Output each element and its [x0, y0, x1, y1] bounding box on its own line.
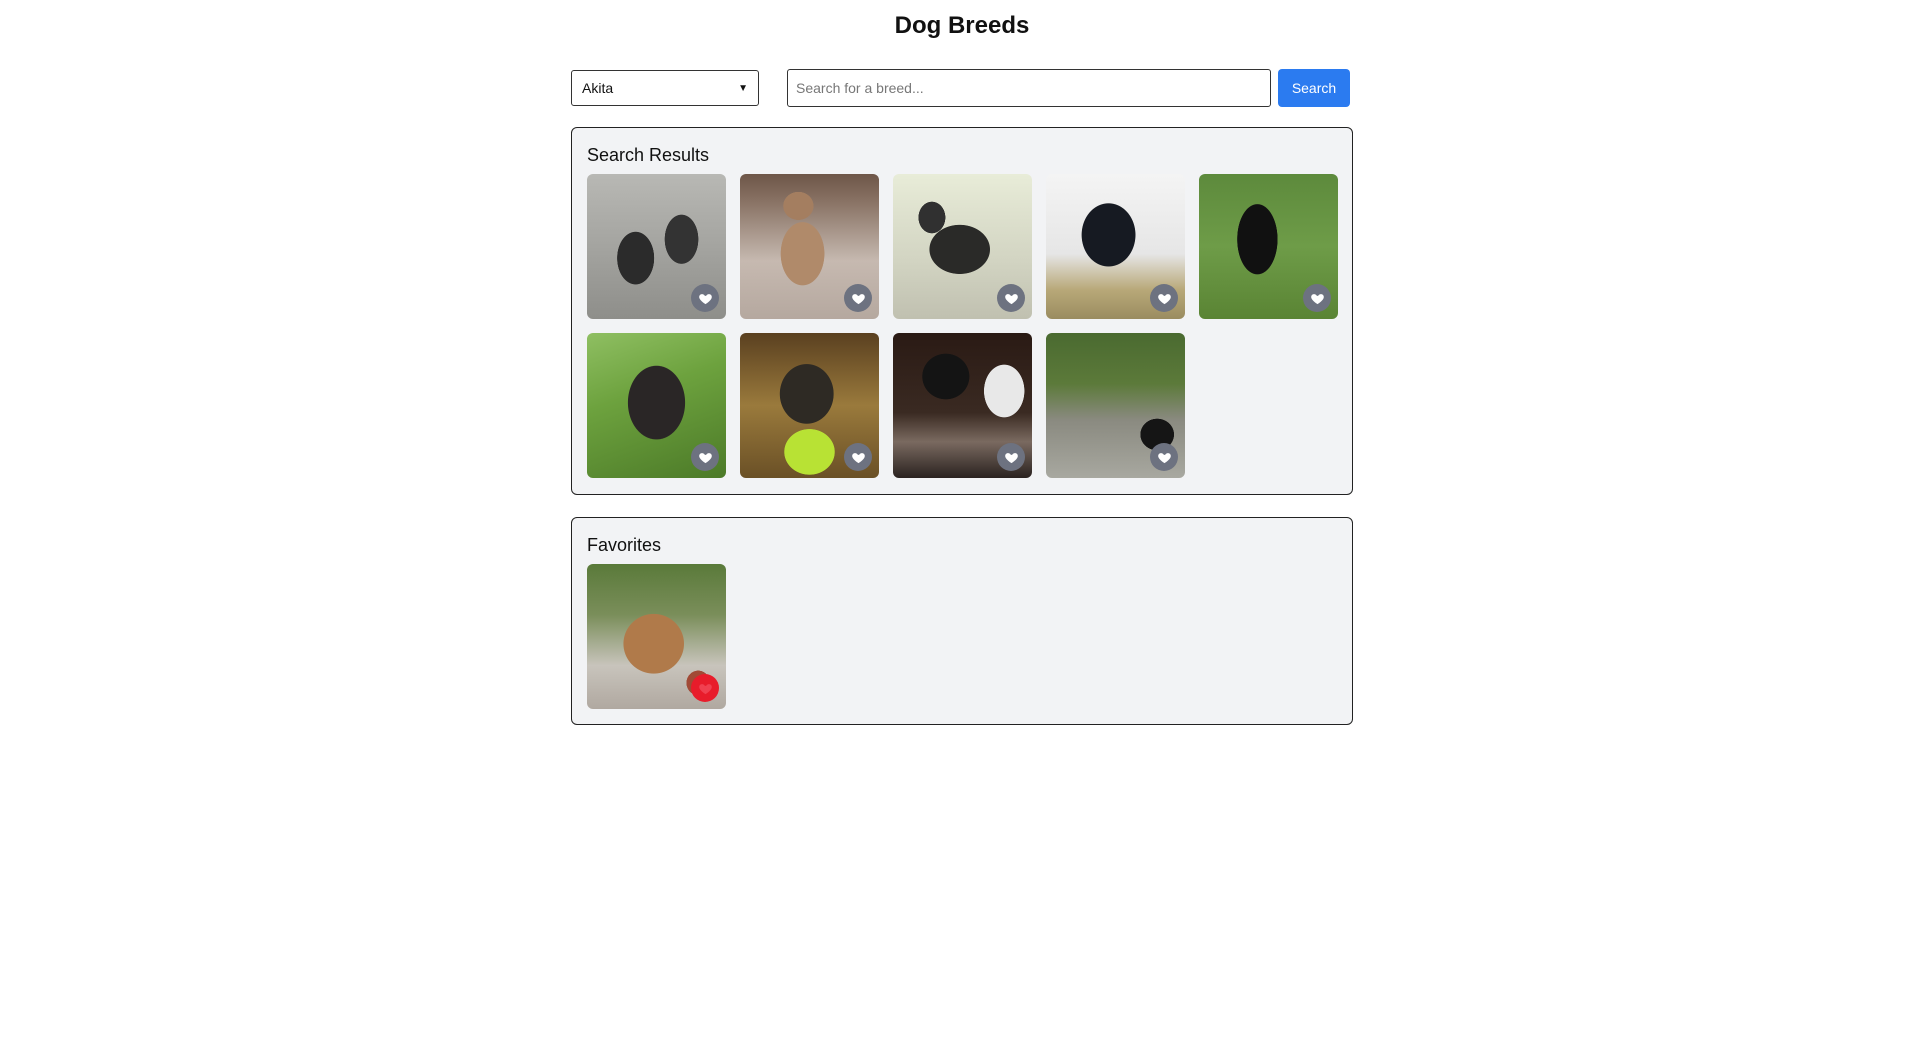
- search-input[interactable]: [787, 69, 1271, 107]
- search-results-grid: [587, 174, 1338, 478]
- favorite-button[interactable]: [997, 443, 1025, 471]
- favorite-button[interactable]: [691, 443, 719, 471]
- breed-select[interactable]: Akita ▼: [571, 70, 759, 106]
- favorite-button[interactable]: [1303, 284, 1331, 312]
- search-button[interactable]: Search: [1278, 69, 1350, 107]
- unfavorite-button[interactable]: [691, 674, 719, 702]
- search-results-panel: Search Results: [571, 127, 1353, 495]
- app-container: Dog Breeds Akita ▼ Search Search Results…: [571, 0, 1353, 725]
- search-controls: Akita ▼ Search: [571, 69, 1353, 127]
- favorite-button[interactable]: [844, 284, 872, 312]
- result-card[interactable]: [1046, 333, 1185, 478]
- heart-icon: [698, 681, 713, 696]
- chevron-down-icon: ▼: [738, 82, 748, 94]
- breed-select-value: Akita: [582, 80, 614, 96]
- page: Dog Breeds Akita ▼ Search Search Results…: [0, 0, 1914, 1061]
- heart-icon: [851, 291, 866, 306]
- result-card[interactable]: [1199, 174, 1338, 319]
- heart-icon: [1157, 450, 1172, 465]
- result-card[interactable]: [587, 174, 726, 319]
- result-card[interactable]: [740, 174, 879, 319]
- favorites-grid: [587, 564, 1337, 709]
- heart-icon: [698, 291, 713, 306]
- search-results-heading: Search Results: [587, 145, 710, 165]
- favorite-button[interactable]: [691, 284, 719, 312]
- result-card[interactable]: [1046, 174, 1185, 319]
- heart-icon: [1310, 291, 1325, 306]
- favorite-button[interactable]: [1150, 284, 1178, 312]
- page-title: Dog Breeds: [894, 12, 1030, 39]
- favorite-button[interactable]: [1150, 443, 1178, 471]
- favorite-card[interactable]: [587, 564, 726, 709]
- result-card[interactable]: [740, 333, 879, 478]
- favorite-button[interactable]: [997, 284, 1025, 312]
- result-card[interactable]: [893, 333, 1032, 478]
- heart-icon: [698, 450, 713, 465]
- result-card[interactable]: [587, 333, 726, 478]
- favorites-panel: Favorites: [571, 517, 1353, 725]
- favorite-button[interactable]: [844, 443, 872, 471]
- favorites-heading: Favorites: [587, 535, 662, 555]
- result-card[interactable]: [893, 174, 1032, 319]
- heart-icon: [1004, 450, 1019, 465]
- heart-icon: [1157, 291, 1172, 306]
- heart-icon: [1004, 291, 1019, 306]
- heart-icon: [851, 450, 866, 465]
